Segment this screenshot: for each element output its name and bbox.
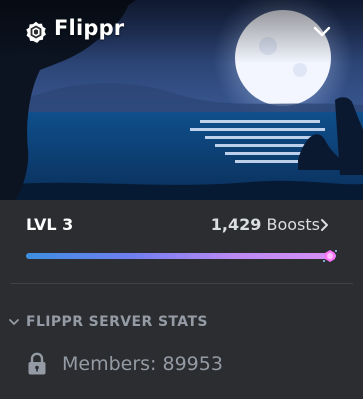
channel-label: Members: 89953	[62, 353, 223, 375]
server-header[interactable]: Flippr	[0, 0, 363, 64]
boost-progress-section	[0, 200, 363, 276]
section-divider	[10, 283, 353, 284]
chevron-down-icon[interactable]	[311, 22, 333, 42]
boost-progress-bar	[26, 253, 336, 259]
server-name: Flippr	[54, 16, 125, 40]
chevron-down-icon	[9, 319, 19, 325]
verified-partner-badge-icon	[26, 21, 46, 43]
boost-count: 1,429	[210, 215, 262, 234]
boosts-link[interactable]: 1,429 Boosts	[211, 215, 320, 234]
boost-progress-fill	[26, 253, 336, 259]
chevron-right-icon[interactable]	[320, 218, 330, 232]
category-server-stats[interactable]: FLIPPR SERVER STATS	[8, 312, 208, 332]
lock-icon	[28, 352, 46, 375]
channel-members-stat[interactable]: Members: 89953	[26, 348, 223, 380]
category-label: FLIPPR SERVER STATS	[26, 314, 208, 330]
boost-word: Boosts	[266, 215, 321, 234]
boost-gem-icon	[323, 250, 337, 262]
server-level-label: LVL 3	[26, 215, 74, 234]
